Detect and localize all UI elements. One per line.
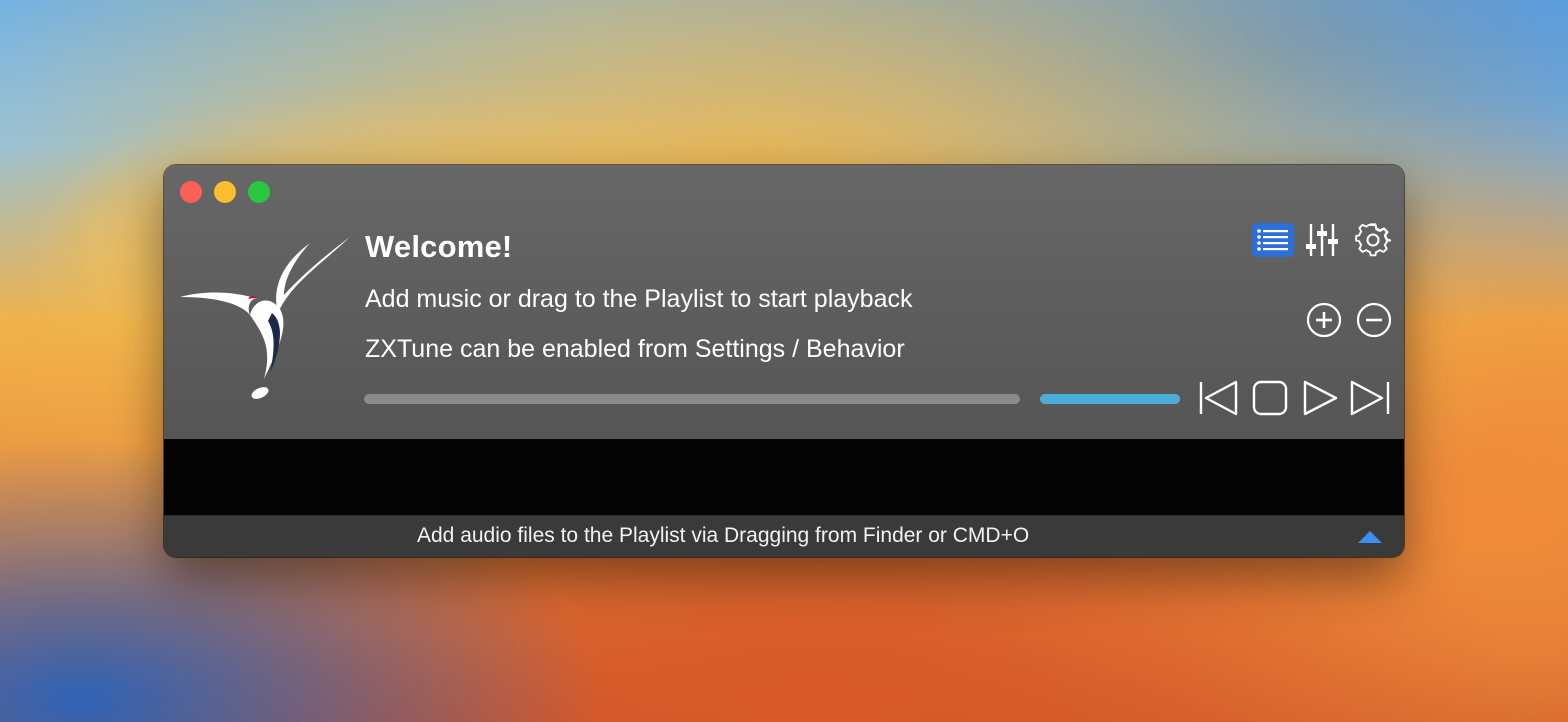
- equalizer-icon: [1306, 224, 1338, 256]
- stop-icon: [1252, 380, 1288, 416]
- hint-line-2: ZXTune can be enabled from Settings / Be…: [365, 335, 905, 363]
- playlist-area[interactable]: [164, 439, 1404, 515]
- stop-button[interactable]: [1250, 378, 1290, 418]
- settings-button[interactable]: [1354, 221, 1392, 259]
- add-files-button[interactable]: [1306, 302, 1342, 338]
- playback-progress-slider[interactable]: [364, 394, 1020, 404]
- list-icon: [1257, 229, 1288, 251]
- app-window: Welcome! Add music or drag to the Playli…: [164, 165, 1404, 557]
- playlist-toggle-button[interactable]: [1252, 223, 1294, 257]
- plus-circle-icon: [1306, 302, 1342, 338]
- equalizer-button[interactable]: [1304, 221, 1340, 259]
- next-icon: [1350, 380, 1390, 416]
- minimize-button[interactable]: [214, 181, 236, 203]
- volume-level: [1040, 394, 1180, 404]
- status-bar: Add audio files to the Playlist via Drag…: [164, 515, 1404, 557]
- remove-files-button[interactable]: [1356, 302, 1392, 338]
- volume-slider[interactable]: [1040, 394, 1180, 404]
- play-button[interactable]: [1300, 378, 1340, 418]
- zoom-button[interactable]: [248, 181, 270, 203]
- hint-line-1: Add music or drag to the Playlist to sta…: [365, 285, 913, 313]
- triangle-up-icon: [1358, 531, 1382, 543]
- minus-circle-icon: [1356, 302, 1392, 338]
- play-icon: [1303, 380, 1338, 416]
- traffic-lights: [180, 181, 270, 203]
- gear-icon: [1355, 223, 1391, 257]
- previous-icon: [1199, 380, 1238, 416]
- welcome-title: Welcome!: [365, 229, 513, 264]
- status-text: Add audio files to the Playlist via Drag…: [417, 524, 1030, 547]
- hummingbird-logo: [180, 237, 350, 399]
- close-button[interactable]: [180, 181, 202, 203]
- previous-track-button[interactable]: [1198, 378, 1240, 418]
- next-track-button[interactable]: [1348, 378, 1392, 418]
- expand-playlist-button[interactable]: [1356, 529, 1384, 545]
